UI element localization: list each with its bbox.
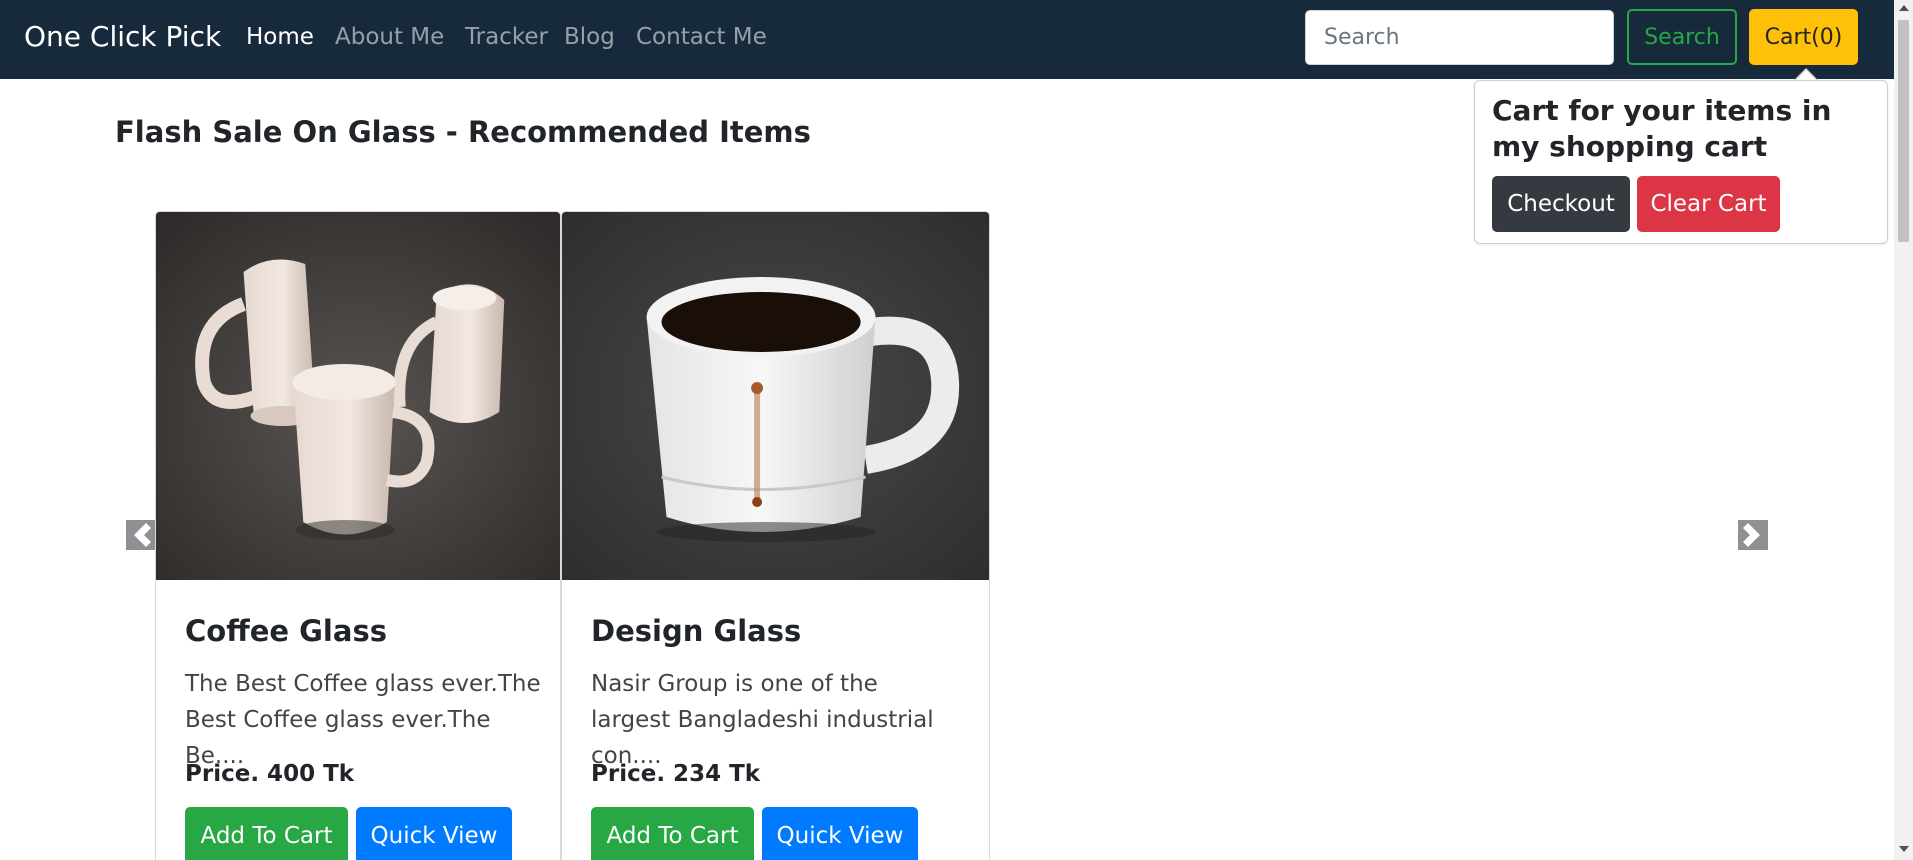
carousel-prev-button[interactable] (126, 520, 156, 550)
cart-popover: Cart for your items in my shopping cart … (1474, 80, 1888, 244)
search-button[interactable]: Search (1627, 9, 1737, 65)
add-to-cart-button[interactable]: Add To Cart (591, 807, 754, 860)
brand-logo-link[interactable]: One Click Pick (24, 20, 221, 53)
product-card: Design Glass Nasir Group is one of the l… (561, 211, 990, 860)
nav-link-contact-me[interactable]: Contact Me (636, 24, 767, 50)
product-title: Coffee Glass (185, 614, 387, 648)
search-input[interactable] (1305, 10, 1614, 65)
product-image-coffee-mug (562, 212, 989, 580)
cart-popover-title: Cart for your items in my shopping cart (1492, 94, 1832, 163)
scroll-up-arrow-icon[interactable] (1899, 5, 1909, 11)
product-image-three-mugs (156, 212, 560, 580)
product-card: Coffee Glass The Best Coffee glass ever.… (155, 211, 561, 860)
checkout-button[interactable]: Checkout (1492, 176, 1630, 232)
chevron-left-icon (134, 523, 151, 547)
navbar: One Click Pick Home About Me Tracker Blo… (0, 0, 1894, 79)
scrollbar-thumb[interactable] (1898, 20, 1909, 242)
chevron-right-icon (1743, 523, 1760, 547)
product-price: Price. 234 Tk (591, 761, 761, 787)
product-price: Price. 400 Tk (185, 761, 355, 787)
cart-button[interactable]: Cart(0) (1749, 9, 1858, 65)
add-to-cart-button[interactable]: Add To Cart (185, 807, 348, 860)
nav-link-about-me[interactable]: About Me (335, 24, 444, 50)
quick-view-button[interactable]: Quick View (762, 807, 918, 860)
product-description: The Best Coffee glass ever.The Best Coff… (185, 671, 541, 769)
product-description: Nasir Group is one of the largest Bangla… (591, 671, 934, 769)
product-title: Design Glass (591, 614, 802, 648)
scroll-down-arrow-icon[interactable] (1899, 846, 1909, 852)
nav-link-blog[interactable]: Blog (564, 24, 615, 50)
nav-link-home[interactable]: Home (246, 24, 314, 50)
quick-view-button[interactable]: Quick View (356, 807, 512, 860)
clear-cart-button[interactable]: Clear Cart (1637, 176, 1780, 232)
nav-link-tracker[interactable]: Tracker (465, 24, 548, 50)
page-scrollbar[interactable] (1894, 0, 1913, 860)
section-title: Flash Sale On Glass - Recommended Items (115, 115, 811, 149)
carousel-next-button[interactable] (1738, 520, 1768, 550)
